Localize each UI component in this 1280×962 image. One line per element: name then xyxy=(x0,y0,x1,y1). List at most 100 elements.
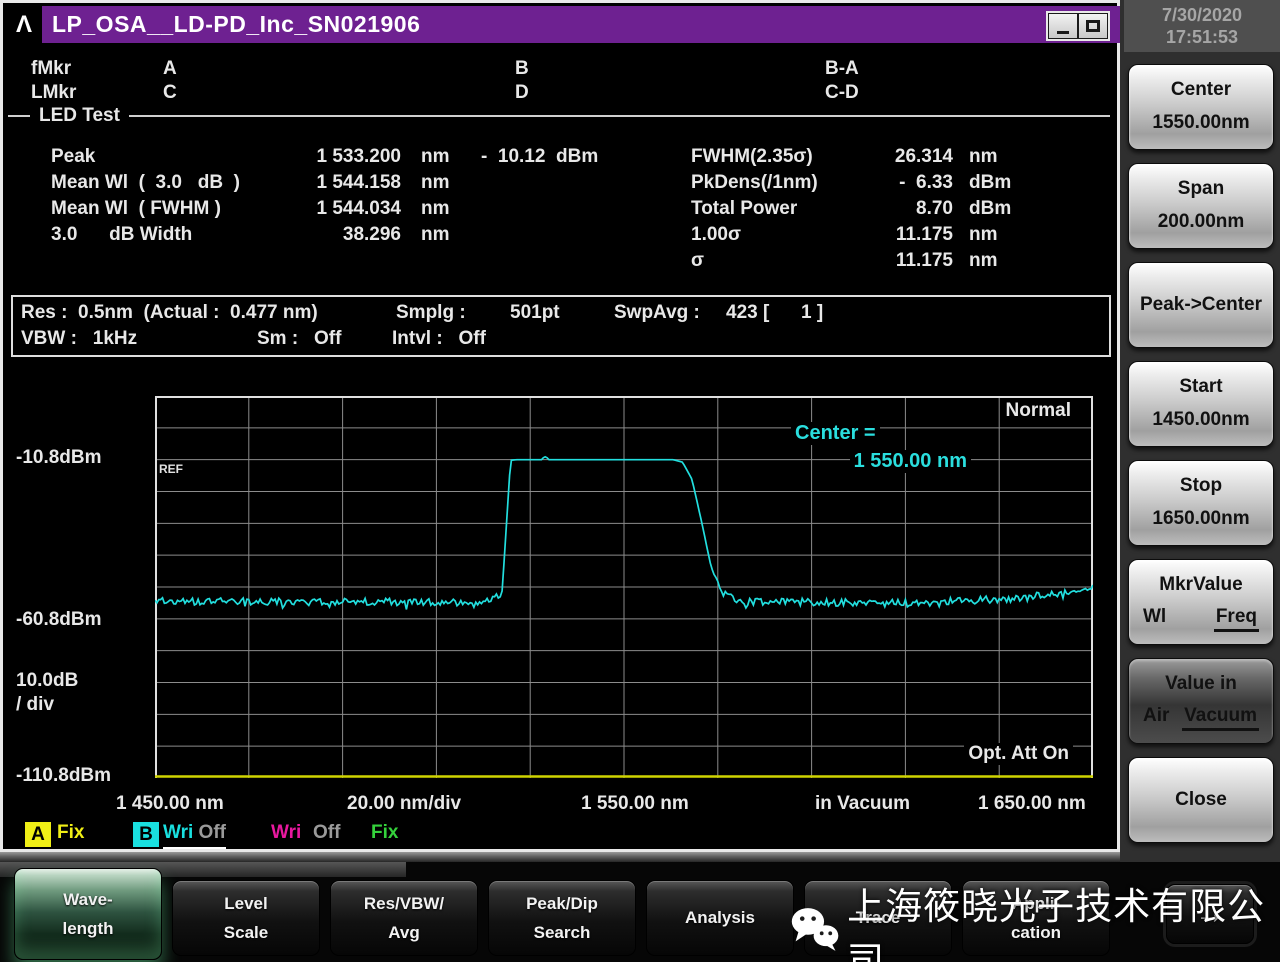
value-in-options: Air Vacuum xyxy=(1129,705,1273,731)
menu-analysis[interactable]: Analysis xyxy=(646,880,794,956)
stop-softkey[interactable]: Stop 1650.00nm xyxy=(1128,460,1274,546)
ref-level-marker: REF xyxy=(157,462,185,476)
analysis-row-pkdens: PkDens(/1nm) - 6.33 dBm xyxy=(3,172,1103,197)
menu-wavelength[interactable]: Wave- length xyxy=(14,868,162,960)
menu-res-vbw-avg[interactable]: Res/VBW/ Avg xyxy=(330,880,478,956)
close-softkey-label: Close xyxy=(1129,758,1273,842)
vendor-watermark: 上海筱晓光子技术有限公司 xyxy=(788,876,1280,962)
marker-value-freq-option[interactable]: Freq xyxy=(1214,606,1259,632)
totalpower-label: Total Power xyxy=(691,198,797,220)
peak-to-center-softkey[interactable]: Peak->Center xyxy=(1128,262,1274,348)
app-logo-icon: Λ xyxy=(6,6,42,43)
trace-b-badge[interactable]: B xyxy=(133,822,159,847)
marker-c-label: C xyxy=(163,82,177,104)
start-softkey[interactable]: Start 1450.00nm xyxy=(1128,361,1274,447)
main-screen: Λ LP_OSA__LD-PD_Inc_SN021906 fMkr A B B-… xyxy=(0,0,1120,852)
date-label: 7/30/2020 xyxy=(1162,4,1242,26)
peak-to-center-label: Peak->Center xyxy=(1129,263,1273,347)
datetime-display: 7/30/2020 17:51:53 xyxy=(1124,0,1280,52)
marker-d-label: D xyxy=(515,82,529,104)
x-axis-start-label: 1 450.00 nm xyxy=(116,793,224,815)
window-title: LP_OSA__LD-PD_Inc_SN021906 xyxy=(52,11,420,38)
trace-status-row: A Fix B Wri Off Wri Off Fix xyxy=(3,822,1120,850)
osa-application: Λ LP_OSA__LD-PD_Inc_SN021906 fMkr A B B-… xyxy=(0,0,1280,962)
freq-marker-row: fMkr A B B-A xyxy=(6,58,1116,82)
close-softkey[interactable]: Close xyxy=(1128,757,1274,843)
maximize-icon xyxy=(1086,20,1100,32)
title-bar: Λ LP_OSA__LD-PD_Inc_SN021906 xyxy=(6,6,1120,43)
smoothing-setting: Sm : Off xyxy=(257,328,341,350)
watermark-company-name: 上海筱晓光子技术有限公司 xyxy=(847,876,1280,962)
start-softkey-value: 1450.00nm xyxy=(1129,409,1273,431)
center-softkey[interactable]: Center 1550.00nm xyxy=(1128,64,1274,150)
x-axis-center-label: 1 550.00 nm xyxy=(581,793,689,815)
value-in-air-option[interactable]: Air xyxy=(1143,705,1169,731)
analysis-row-fwhm: FWHM(2.35σ) 26.314 nm xyxy=(3,146,1103,171)
x-axis-stop-label: 1 650.00 nm xyxy=(978,793,1086,815)
value-in-vacuum-option[interactable]: Vacuum xyxy=(1182,705,1259,731)
y-axis-scale-label-2: / div xyxy=(16,694,54,716)
lmkr-label: LMkr xyxy=(31,82,76,104)
marker-value-softkey[interactable]: MkrValue Wl Freq xyxy=(1128,559,1274,645)
one-sigma-label: 1.00σ xyxy=(691,224,741,246)
stop-softkey-value: 1650.00nm xyxy=(1129,508,1273,530)
value-in-label: Value in xyxy=(1129,673,1273,695)
sweep-average-value: 423 [ 1 ] xyxy=(726,302,823,324)
fmkr-label: fMkr xyxy=(31,58,71,80)
y-axis-bottom-level-label: -110.8dBm xyxy=(16,765,111,787)
fwhm-value: 26.314 xyxy=(831,146,953,168)
marker-cd-label: C-D xyxy=(825,82,859,104)
center-annotation-label: Center = xyxy=(791,422,880,445)
menu-level-scale[interactable]: Level Scale xyxy=(172,880,320,956)
pkdens-label: PkDens(/1nm) xyxy=(691,172,818,194)
analysis-row-1sigma: 1.00σ 11.175 nm xyxy=(3,224,1103,249)
totalpower-unit: dBm xyxy=(969,198,1011,220)
pkdens-unit: dBm xyxy=(969,172,1011,194)
minimize-button[interactable] xyxy=(1048,13,1078,39)
menu-level-scale-line2: Scale xyxy=(224,923,268,943)
span-softkey-value: 200.00nm xyxy=(1129,211,1273,233)
marker-a-label: A xyxy=(163,58,177,80)
x-axis-medium-label: in Vacuum xyxy=(815,793,910,815)
sweep-settings-box: Res : 0.5nm (Actual : 0.477 nm) Smplg : … xyxy=(11,295,1111,357)
value-in-softkey[interactable]: Value in Air Vacuum xyxy=(1128,658,1274,744)
trace-a-status: Fix xyxy=(57,822,84,844)
totalpower-value: 8.70 xyxy=(831,198,953,220)
analysis-row-totalpower: Total Power 8.70 dBm xyxy=(3,198,1103,223)
pkdens-value: - 6.33 xyxy=(831,172,953,194)
marker-b-label: B xyxy=(515,58,529,80)
trace-b-status-group: Wri Off xyxy=(163,822,226,849)
level-marker-row: LMkr C D C-D xyxy=(6,82,1116,106)
trace-c-off: Off xyxy=(313,822,340,844)
y-axis-ref-level-label: -10.8dBm xyxy=(16,447,102,469)
analysis-section-title: LED Test xyxy=(39,105,120,127)
menu-wavelength-line2: length xyxy=(63,919,114,939)
interval-setting: Intvl : Off xyxy=(392,328,486,350)
marker-value-options: Wl Freq xyxy=(1129,606,1273,632)
sweep-average-label: SwpAvg : xyxy=(614,302,700,324)
sigma-value: 11.175 xyxy=(831,250,953,272)
trace-b-off: Off xyxy=(199,822,226,843)
trace-d-status: Fix xyxy=(371,822,398,844)
vbw-setting: VBW : 1kHz xyxy=(21,328,137,350)
y-axis-mid-level-label: -60.8dBm xyxy=(16,609,102,631)
span-softkey[interactable]: Span 200.00nm xyxy=(1128,163,1274,249)
softkey-panel: 7/30/2020 17:51:53 Center 1550.00nm Span… xyxy=(1120,0,1280,862)
start-softkey-label: Start xyxy=(1129,376,1273,398)
y-axis-scale-label-1: 10.0dB xyxy=(16,670,78,692)
menu-peak-dip-line1: Peak/Dip xyxy=(526,894,598,914)
center-softkey-value: 1550.00nm xyxy=(1129,112,1273,134)
sigma-unit: nm xyxy=(969,250,998,272)
trace-a-badge[interactable]: A xyxy=(25,822,51,847)
menu-analysis-label: Analysis xyxy=(685,908,755,928)
time-label: 17:51:53 xyxy=(1166,26,1238,48)
window-controls xyxy=(1046,11,1110,41)
marker-value-wl-option[interactable]: Wl xyxy=(1143,606,1166,632)
sampling-value: 501pt xyxy=(510,302,560,324)
menu-level-scale-line1: Level xyxy=(224,894,267,914)
menu-peak-dip-search[interactable]: Peak/Dip Search xyxy=(488,880,636,956)
spectrum-plot[interactable]: REF Normal Center = 1 550.00 nm Opt. Att… xyxy=(155,396,1093,778)
maximize-button[interactable] xyxy=(1078,13,1108,39)
screen-bottom-groove xyxy=(0,852,1120,862)
center-annotation-value: 1 550.00 nm xyxy=(850,450,971,473)
